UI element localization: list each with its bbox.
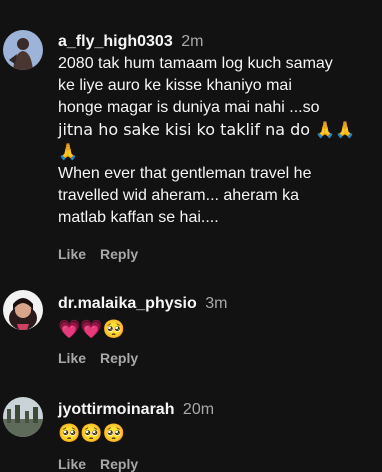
comment-text-line: honge magar is duniya mai nahi ...so [58,99,320,116]
comment-text-line: 🥺🥺🥺 [58,423,126,444]
reply-button[interactable]: Reply [100,350,138,366]
comment-text-line: 2080 tak hum tamaam log kuch samay [58,55,333,72]
reply-button[interactable]: Reply [100,456,138,472]
comment-item: dr.malaika_physio 3m 💗💗🥺 Like Reply [0,280,382,380]
comment-text-line: jitna ho sake kisi ko taklif na do 🙏🙏 [58,120,355,139]
avatar[interactable] [3,397,43,437]
timestamp: 20m [182,401,215,418]
comment-item: a_fly_high0303 2m 2080 tak hum tamaam lo… [0,0,382,270]
comment-text-line: travelled wid aheram... aheram ka [58,187,299,204]
avatar[interactable] [3,290,43,330]
username[interactable]: dr.malaika_physio [58,295,197,312]
timestamp: 2m [181,33,204,50]
like-button[interactable]: Like [58,456,86,472]
like-button[interactable]: Like [58,350,86,366]
comment-item: jyottirmoinarah 20m 🥺🥺🥺 Like Reply [0,390,382,472]
comments-list: a_fly_high0303 2m 2080 tak hum tamaam lo… [0,0,382,472]
comment-text-line: 🙏 [58,142,78,161]
username[interactable]: jyottirmoinarah [58,401,174,418]
comment-text-line: ke liye auro ke kisse khaniyo mai [58,77,292,94]
username[interactable]: a_fly_high0303 [58,33,173,50]
comment-text-line: matlab kaffan se hai.... [58,209,219,226]
avatar[interactable] [3,30,43,70]
like-button[interactable]: Like [58,246,86,262]
comment-text-line: 💗💗🥺 [58,319,126,340]
comment-text-line: When ever that gentleman travel he [58,165,312,182]
reply-button[interactable]: Reply [100,246,138,262]
timestamp: 3m [205,295,228,312]
